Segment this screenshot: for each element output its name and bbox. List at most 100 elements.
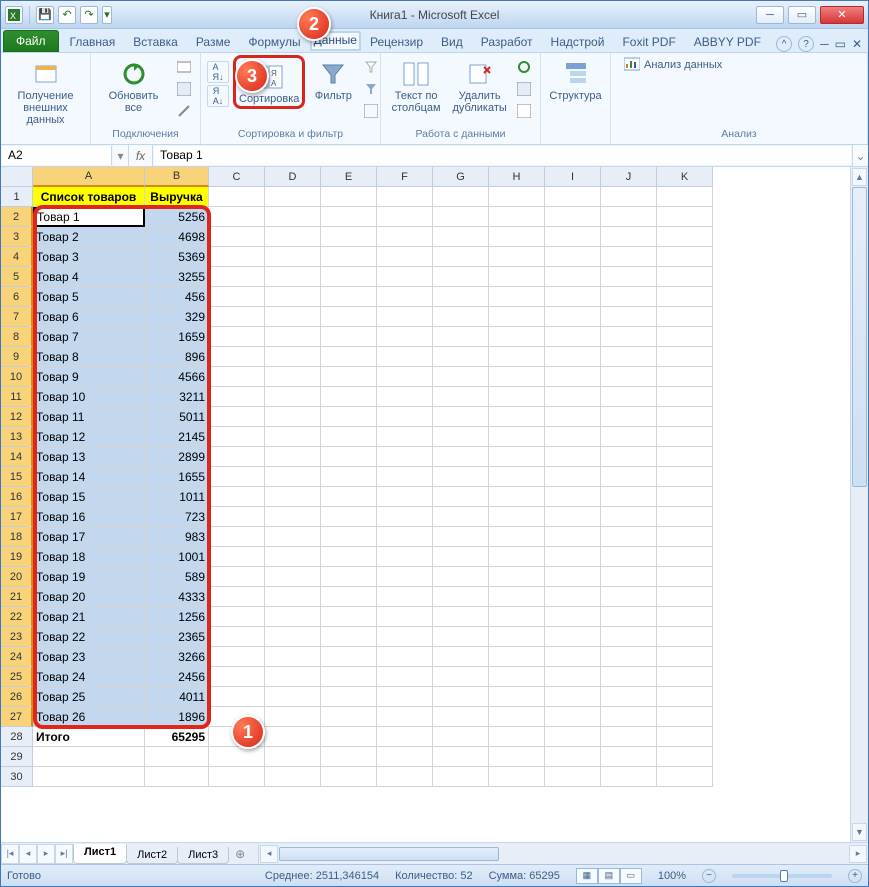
- cell-H27[interactable]: [489, 707, 545, 727]
- row-header-4[interactable]: 4: [1, 247, 33, 267]
- prev-sheet-icon[interactable]: ◂: [19, 844, 37, 864]
- column-header-J[interactable]: J: [601, 167, 657, 187]
- cell-B5[interactable]: 3255: [145, 267, 209, 287]
- text-to-columns-button[interactable]: Текст по столбцам: [387, 55, 445, 115]
- cell-J6[interactable]: [601, 287, 657, 307]
- row-header-24[interactable]: 24: [1, 647, 33, 667]
- cell-G11[interactable]: [433, 387, 489, 407]
- workbook-minimize-icon[interactable]: ─: [820, 37, 829, 51]
- cell-B13[interactable]: 2145: [145, 427, 209, 447]
- page-break-view-button[interactable]: ▭: [620, 868, 642, 884]
- cell-F18[interactable]: [377, 527, 433, 547]
- cell-F22[interactable]: [377, 607, 433, 627]
- cell-G17[interactable]: [433, 507, 489, 527]
- cell-D23[interactable]: [265, 627, 321, 647]
- cell-G19[interactable]: [433, 547, 489, 567]
- cell-C18[interactable]: [209, 527, 265, 547]
- page-layout-view-button[interactable]: ▤: [598, 868, 620, 884]
- cell-C24[interactable]: [209, 647, 265, 667]
- cell-H30[interactable]: [489, 767, 545, 787]
- cell-J24[interactable]: [601, 647, 657, 667]
- cell-C4[interactable]: [209, 247, 265, 267]
- cell-D3[interactable]: [265, 227, 321, 247]
- scroll-right-icon[interactable]: ▸: [849, 845, 867, 863]
- redo-button[interactable]: ↷: [80, 6, 98, 24]
- cell-A8[interactable]: Товар 7: [33, 327, 145, 347]
- cell-H21[interactable]: [489, 587, 545, 607]
- cell-I4[interactable]: [545, 247, 601, 267]
- cell-C30[interactable]: [209, 767, 265, 787]
- cell-E24[interactable]: [321, 647, 377, 667]
- cell-C12[interactable]: [209, 407, 265, 427]
- cell-E13[interactable]: [321, 427, 377, 447]
- cell-E26[interactable]: [321, 687, 377, 707]
- tab-abbyy pdf[interactable]: ABBYY PDF: [685, 31, 770, 52]
- cell-A10[interactable]: Товар 9: [33, 367, 145, 387]
- cell-J25[interactable]: [601, 667, 657, 687]
- cell-F7[interactable]: [377, 307, 433, 327]
- cell-G16[interactable]: [433, 487, 489, 507]
- cell-C20[interactable]: [209, 567, 265, 587]
- cell-K11[interactable]: [657, 387, 713, 407]
- cell-J28[interactable]: [601, 727, 657, 747]
- cell-F27[interactable]: [377, 707, 433, 727]
- cell-A26[interactable]: Товар 25: [33, 687, 145, 707]
- cell-E23[interactable]: [321, 627, 377, 647]
- edit-links-icon[interactable]: [174, 101, 194, 121]
- cell-C21[interactable]: [209, 587, 265, 607]
- cell-K9[interactable]: [657, 347, 713, 367]
- cell-B16[interactable]: 1011: [145, 487, 209, 507]
- new-sheet-button[interactable]: ⊕: [228, 843, 252, 864]
- cell-K22[interactable]: [657, 607, 713, 627]
- cell-B12[interactable]: 5011: [145, 407, 209, 427]
- cell-K17[interactable]: [657, 507, 713, 527]
- outline-button[interactable]: Структура: [547, 55, 604, 103]
- cell-H14[interactable]: [489, 447, 545, 467]
- row-header-6[interactable]: 6: [1, 287, 33, 307]
- cell-E19[interactable]: [321, 547, 377, 567]
- tab-вид[interactable]: Вид: [432, 31, 472, 52]
- sheet-tab-Лист1[interactable]: Лист1: [73, 844, 127, 864]
- horizontal-scrollbar[interactable]: ◂ ▸: [258, 843, 868, 864]
- scroll-left-icon[interactable]: ◂: [260, 845, 278, 863]
- first-sheet-icon[interactable]: |◂: [1, 844, 19, 864]
- cell-J10[interactable]: [601, 367, 657, 387]
- cell-D27[interactable]: [265, 707, 321, 727]
- horizontal-scroll-thumb[interactable]: [279, 847, 499, 861]
- tab-главная[interactable]: Главная: [61, 31, 125, 52]
- cell-G27[interactable]: [433, 707, 489, 727]
- cell-D14[interactable]: [265, 447, 321, 467]
- cell-A5[interactable]: Товар 4: [33, 267, 145, 287]
- column-header-G[interactable]: G: [433, 167, 489, 187]
- cell-H24[interactable]: [489, 647, 545, 667]
- cell-C1[interactable]: [209, 187, 265, 207]
- cell-B14[interactable]: 2899: [145, 447, 209, 467]
- save-button[interactable]: 💾: [36, 6, 54, 24]
- tab-foxit pdf[interactable]: Foxit PDF: [613, 31, 684, 52]
- cell-F16[interactable]: [377, 487, 433, 507]
- cell-B8[interactable]: 1659: [145, 327, 209, 347]
- cell-I26[interactable]: [545, 687, 601, 707]
- cell-J30[interactable]: [601, 767, 657, 787]
- cell-C26[interactable]: [209, 687, 265, 707]
- cell-H29[interactable]: [489, 747, 545, 767]
- cell-B17[interactable]: 723: [145, 507, 209, 527]
- cell-C2[interactable]: [209, 207, 265, 227]
- row-header-13[interactable]: 13: [1, 427, 33, 447]
- cell-H13[interactable]: [489, 427, 545, 447]
- cell-C29[interactable]: [209, 747, 265, 767]
- cell-H23[interactable]: [489, 627, 545, 647]
- cell-H6[interactable]: [489, 287, 545, 307]
- cell-D15[interactable]: [265, 467, 321, 487]
- formula-expand-icon[interactable]: ⌄: [852, 145, 868, 166]
- sheet-tab-Лист3[interactable]: Лист3: [177, 847, 229, 864]
- cell-H10[interactable]: [489, 367, 545, 387]
- cell-H22[interactable]: [489, 607, 545, 627]
- cell-G21[interactable]: [433, 587, 489, 607]
- cell-A25[interactable]: Товар 24: [33, 667, 145, 687]
- cell-H20[interactable]: [489, 567, 545, 587]
- cell-D6[interactable]: [265, 287, 321, 307]
- cell-I14[interactable]: [545, 447, 601, 467]
- cell-E20[interactable]: [321, 567, 377, 587]
- cell-J5[interactable]: [601, 267, 657, 287]
